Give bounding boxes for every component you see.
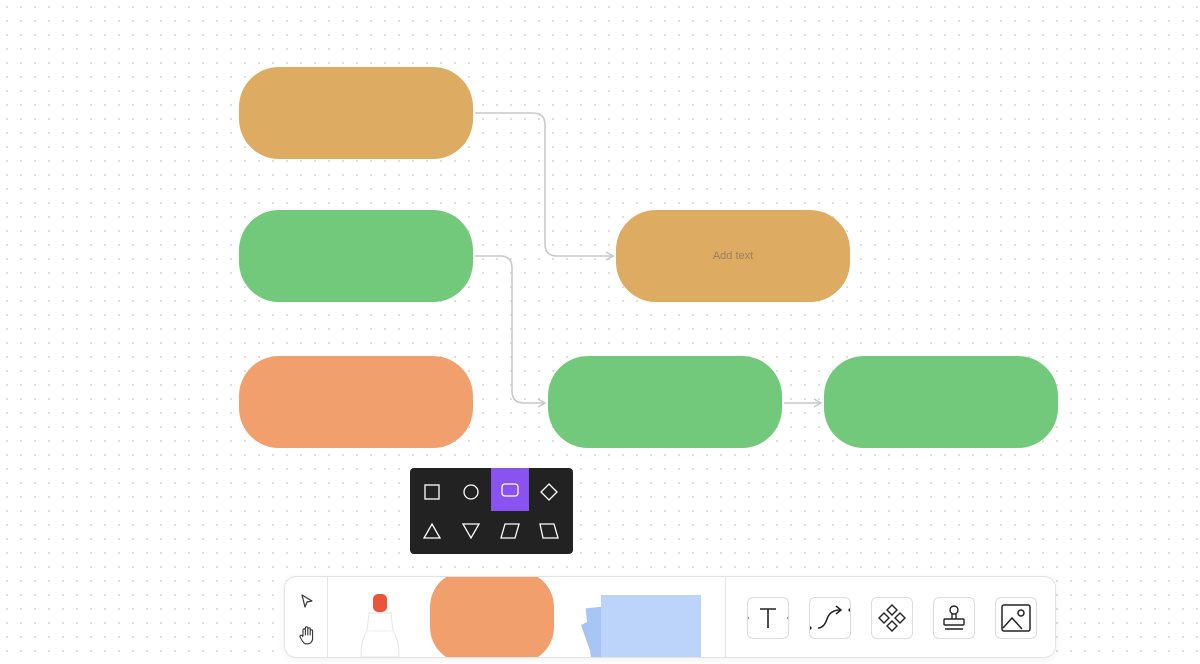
stamp-icon [943,605,965,630]
shape-orange-2[interactable]: Add text [616,210,850,302]
marker-tool[interactable] [355,591,405,657]
shape-picker [410,468,573,554]
connector-icon [810,605,850,630]
toolbar-divider [725,577,726,657]
shape-green-1[interactable] [239,210,473,302]
shape-salmon-1[interactable] [239,356,473,448]
triangle-icon [422,522,442,539]
rounded-rectangle-icon [501,482,519,497]
pointer-arrow-icon [301,594,313,608]
rounded-rectangle-shape-option[interactable] [491,468,529,511]
text-tool-button[interactable] [747,597,789,639]
select-tool-button[interactable] [295,589,319,613]
connector-tool-button[interactable] [809,597,851,639]
trapezoid-icon [539,523,559,539]
sticky-note-icon [581,595,701,657]
circle-icon [463,484,479,500]
diamond-shape-option[interactable] [530,472,568,512]
image-tool-button[interactable] [995,597,1037,639]
bottom-toolbar [284,576,1056,658]
square-icon [424,484,440,500]
connector-lines [475,112,823,408]
connector-1[interactable] [475,112,615,261]
connector-2[interactable] [475,255,547,408]
parallelogram-shape-option[interactable] [491,511,529,551]
inverted-triangle-icon [461,523,481,540]
diamond-icon [540,483,558,501]
component-icon [878,604,906,632]
parallelogram-icon [500,523,520,539]
hand-tool-button[interactable] [295,623,319,647]
component-tool-button[interactable] [871,597,913,639]
marker-icon [360,594,400,657]
square-shape-option[interactable] [413,472,451,512]
triangle-shape-option[interactable] [413,511,451,551]
shape-green-3[interactable] [824,356,1058,448]
text-icon [748,608,788,628]
circle-shape-option[interactable] [452,472,490,512]
shape-orange-1[interactable] [239,67,473,159]
inverted-triangle-shape-option[interactable] [452,511,490,551]
trapezoid-shape-option[interactable] [530,511,568,551]
image-icon [1001,604,1031,632]
shape-tool[interactable] [429,577,555,657]
stamp-tool-button[interactable] [933,597,975,639]
toolbar-divider [327,577,328,657]
sticky-note-tool[interactable] [575,587,705,657]
shape-green-2[interactable] [548,356,782,448]
shape-tool-preview [430,577,554,657]
hand-icon [299,626,314,645]
